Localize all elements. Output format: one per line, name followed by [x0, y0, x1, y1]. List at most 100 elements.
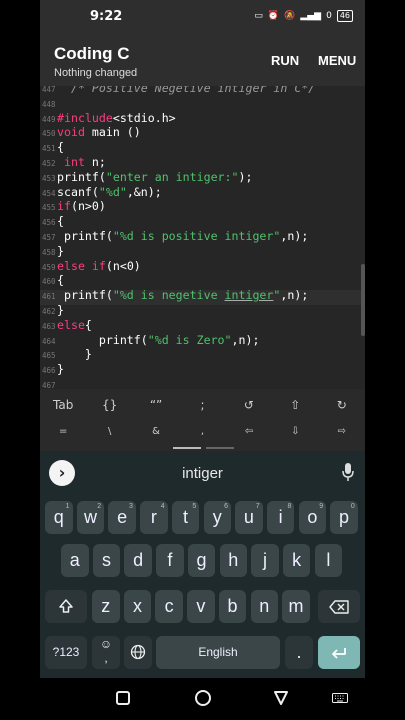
- code-line[interactable]: 448: [40, 96, 365, 111]
- app-bar: Coding C Nothing changed RUN MENU: [40, 36, 365, 86]
- key-u[interactable]: u7: [235, 501, 263, 534]
- key-n[interactable]: n: [250, 590, 278, 623]
- key-hint: 4: [160, 503, 165, 510]
- code-line[interactable]: 457 printf("%d is positive intiger",n);: [40, 229, 365, 244]
- key-d[interactable]: d: [124, 544, 152, 577]
- keyboard: › intiger q1w2e3r4t5y6u7i8o9p0 asdfghjkl z…: [40, 451, 365, 678]
- key-p[interactable]: p0: [330, 501, 358, 534]
- key-q[interactable]: q1: [45, 501, 73, 534]
- code-line[interactable]: 459 else if(n<0): [40, 259, 365, 274]
- code-text: /* Positive Negetive intiger in C*/: [57, 86, 316, 95]
- mute-icon: 🔕: [284, 11, 296, 21]
- code-line[interactable]: 449 #include<stdio.h>: [40, 111, 365, 126]
- code-line[interactable]: 466}: [40, 362, 365, 377]
- symbol-key[interactable]: “”: [133, 391, 179, 419]
- code-line[interactable]: 462}: [40, 303, 365, 318]
- recents-icon[interactable]: [116, 691, 130, 705]
- key-hint: 5: [192, 503, 197, 510]
- key-z[interactable]: z: [92, 590, 120, 623]
- code-line[interactable]: 463 else{: [40, 318, 365, 333]
- key-b[interactable]: b: [218, 590, 247, 623]
- code-line[interactable]: 455 if(n>0): [40, 199, 365, 214]
- key-g[interactable]: g: [187, 544, 216, 577]
- symbol-key[interactable]: ,: [179, 418, 225, 446]
- key-x[interactable]: x: [123, 590, 152, 623]
- period-key[interactable]: .: [285, 636, 313, 669]
- code-line[interactable]: 452 int n;: [40, 155, 365, 170]
- key-r[interactable]: r4: [140, 501, 168, 534]
- suggestion-word[interactable]: intiger: [40, 465, 365, 482]
- symbol-row-1: Tab{} “”; ↺ ⇧ ↻: [40, 391, 365, 419]
- key-h[interactable]: h: [219, 544, 247, 577]
- key-s[interactable]: s: [92, 544, 121, 577]
- symbol-key[interactable]: ⇦: [226, 418, 272, 446]
- code-line[interactable]: 461 printf("%d is negetive intiger",n);: [40, 288, 365, 303]
- home-icon[interactable]: [195, 690, 211, 706]
- line-number: 460: [42, 277, 56, 287]
- key-f[interactable]: f: [156, 544, 184, 577]
- key-a[interactable]: a: [61, 544, 89, 577]
- code-line[interactable]: 460{: [40, 273, 365, 288]
- code-line[interactable]: 453 printf("enter an intiger:");: [40, 170, 365, 185]
- key-m[interactable]: m: [282, 590, 310, 623]
- key-o[interactable]: o9: [298, 501, 327, 534]
- symbol-key[interactable]: \: [86, 418, 132, 446]
- key-w[interactable]: w2: [76, 501, 105, 534]
- line-number: 450: [42, 129, 56, 139]
- symbol-key[interactable]: &: [133, 418, 179, 446]
- code-line[interactable]: 450 void main (): [40, 125, 365, 140]
- symbol-row-2: = \ &, ⇦ ⇩ ⇨: [40, 418, 365, 446]
- key-e[interactable]: e3: [108, 501, 136, 534]
- run-button[interactable]: RUN: [271, 53, 299, 68]
- code-line[interactable]: 454 scanf("%d",&n);: [40, 185, 365, 200]
- key-i[interactable]: i8: [266, 501, 295, 534]
- key-y[interactable]: y6: [203, 501, 231, 534]
- key-j[interactable]: j: [251, 544, 279, 577]
- key-hint: 6: [224, 503, 228, 510]
- line-number: 464: [42, 336, 56, 346]
- suggestion-strip: › intiger: [40, 451, 365, 493]
- key-l[interactable]: l: [314, 544, 343, 577]
- symbol-key[interactable]: ;: [179, 391, 225, 419]
- comma-emoji-key[interactable]: ☺,: [92, 636, 120, 669]
- menu-button[interactable]: MENU: [318, 53, 356, 68]
- symbol-key[interactable]: =: [40, 418, 86, 446]
- symbol-key[interactable]: ⇩: [272, 418, 318, 446]
- symbol-key[interactable]: ↺: [226, 391, 272, 419]
- symbol-key[interactable]: ⇨: [319, 418, 365, 446]
- backspace-key[interactable]: [318, 590, 360, 623]
- symbol-key[interactable]: {}: [86, 391, 132, 419]
- status-bar: 9:22 ▭ ⏰ 🔕 ▂▄▆ 0 46: [40, 0, 365, 36]
- back-icon[interactable]: [273, 690, 289, 706]
- keyboard-switch-icon[interactable]: [332, 693, 348, 703]
- code-line[interactable]: 464 printf("%d is Zero",n);: [40, 333, 365, 348]
- code-line[interactable]: 467: [40, 377, 365, 389]
- code-text: int n;: [57, 155, 106, 169]
- key-k[interactable]: k: [282, 544, 311, 577]
- enter-key[interactable]: [318, 636, 360, 669]
- line-number: 456: [42, 218, 56, 228]
- code-text: printf("enter an intiger:");: [57, 169, 253, 184]
- microphone-icon[interactable]: [342, 463, 354, 481]
- symbol-key[interactable]: ↻: [319, 391, 365, 419]
- line-number: 448: [42, 99, 56, 109]
- line-number: 455: [42, 203, 56, 213]
- code-editor[interactable]: 447 /* Positive Negetive intiger in C*/ 4…: [40, 86, 365, 389]
- code-line[interactable]: 458}: [40, 244, 365, 259]
- language-key[interactable]: [124, 636, 152, 669]
- comma-label: ,: [104, 651, 108, 665]
- code-line[interactable]: 451{: [40, 140, 365, 155]
- symbols-key[interactable]: ?123: [45, 636, 87, 669]
- key-c[interactable]: c: [155, 590, 183, 623]
- symbol-key[interactable]: ⇧: [272, 391, 318, 419]
- key-v[interactable]: v: [187, 590, 215, 623]
- space-key[interactable]: English: [156, 636, 280, 669]
- key-t[interactable]: t5: [171, 501, 200, 534]
- code-line[interactable]: 465 }: [40, 347, 365, 362]
- code-line[interactable]: 456{: [40, 214, 365, 229]
- symbol-key[interactable]: Tab: [40, 391, 86, 419]
- key-hint: 7: [255, 503, 260, 510]
- code-line[interactable]: 447 /* Positive Negetive intiger in C*/: [40, 86, 365, 96]
- line-number: 458: [42, 247, 56, 257]
- shift-key[interactable]: [45, 590, 87, 623]
